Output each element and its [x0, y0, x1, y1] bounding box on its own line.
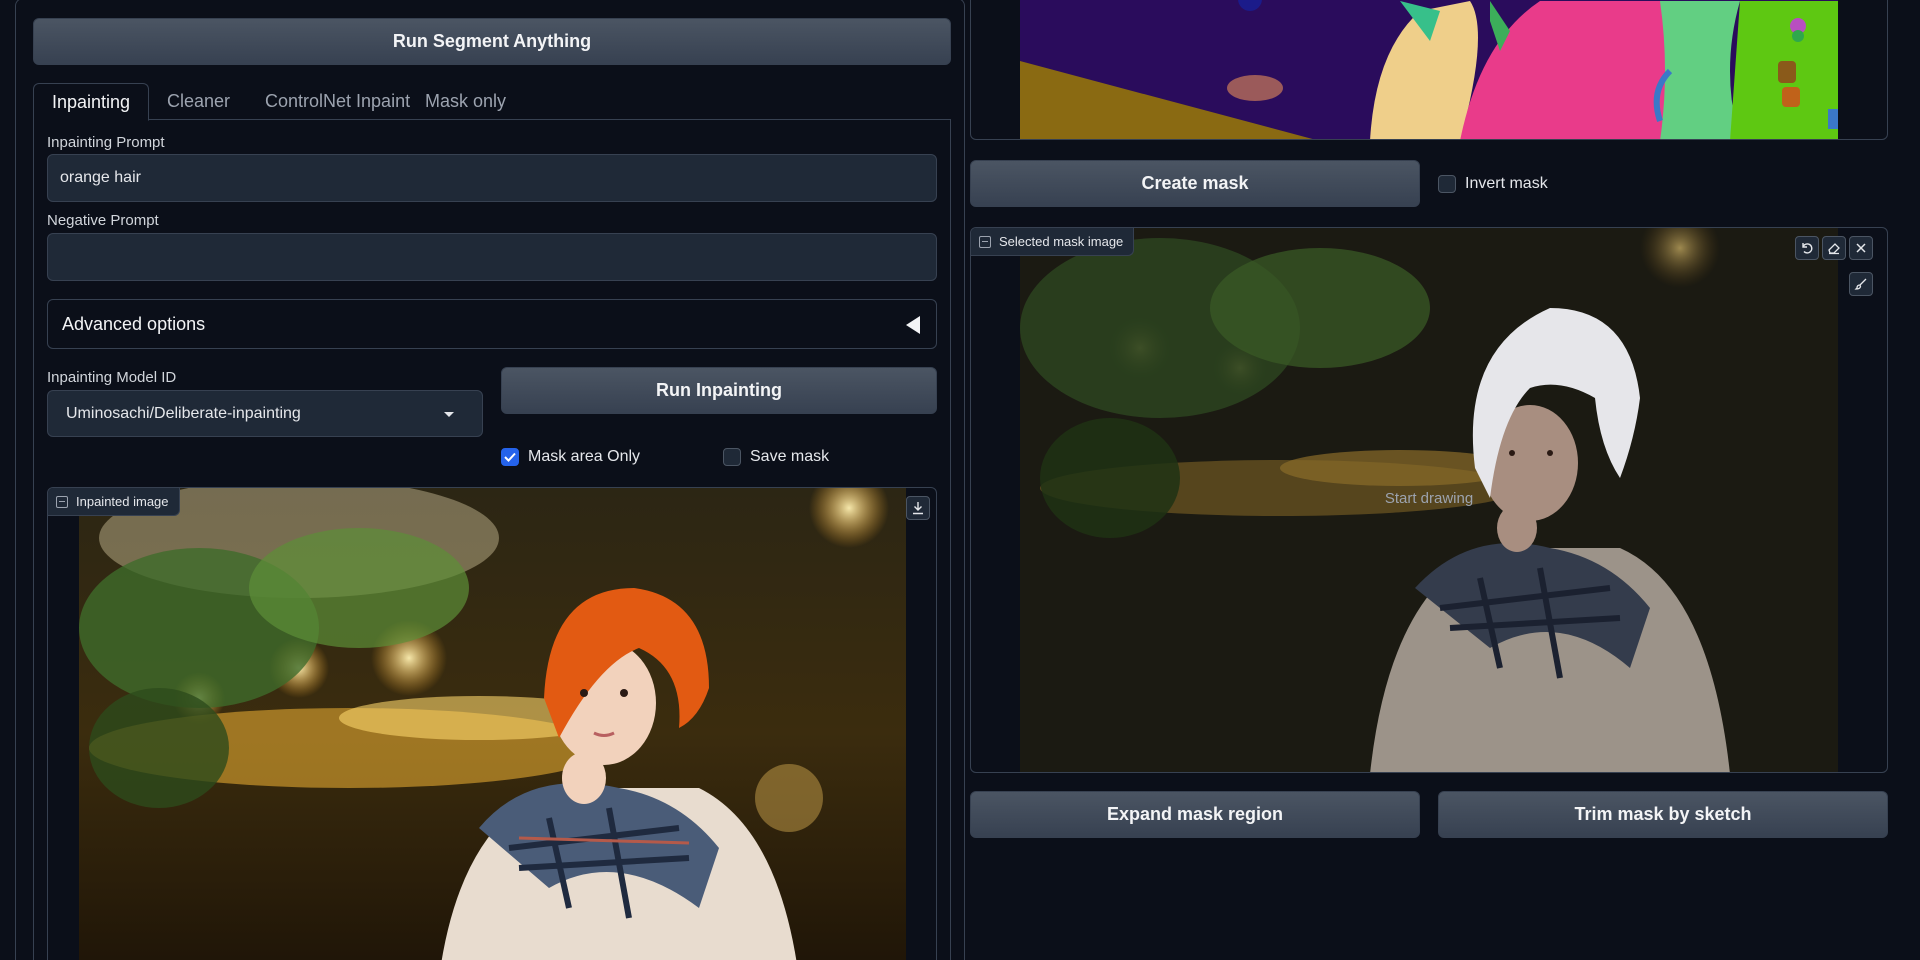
image-icon: [56, 495, 68, 508]
image-icon: [979, 235, 991, 248]
invert-mask-checkbox[interactable]: [1438, 175, 1456, 193]
tab-cleaner[interactable]: Cleaner: [149, 83, 248, 120]
chevron-down-icon: [444, 412, 454, 417]
start-drawing-placeholder: Start drawing: [1385, 490, 1473, 507]
brush-icon[interactable]: [1849, 272, 1873, 296]
inpainted-image-label: Inpainted image: [76, 494, 169, 509]
run-inpainting-button[interactable]: Run Inpainting: [501, 367, 937, 414]
model-id-value: Uminosachi/Deliberate-inpainting: [66, 404, 301, 422]
app-root: Run Segment Anything Inpainting Cleaner …: [0, 0, 1920, 960]
selected-mask-image-label: Selected mask image: [999, 234, 1124, 249]
right-panel: Create mask Invert mask Selected mask im…: [970, 0, 1920, 960]
download-icon[interactable]: [906, 496, 930, 520]
advanced-options-accordion[interactable]: Advanced options: [47, 299, 937, 349]
inpainting-prompt-label: Inpainting Prompt: [47, 134, 165, 151]
inpainted-image-panel: Inpainted image: [47, 487, 937, 960]
model-id-label: Inpainting Model ID: [47, 369, 177, 386]
save-mask-checkbox[interactable]: [723, 448, 741, 466]
negative-prompt-label: Negative Prompt: [47, 212, 159, 229]
tab-inpainting[interactable]: Inpainting: [33, 83, 150, 121]
selected-mask-image-panel: Selected mask image Start drawing: [970, 227, 1888, 773]
model-id-dropdown[interactable]: Uminosachi/Deliberate-inpainting: [47, 390, 483, 437]
selected-mask-image-tag: Selected mask image: [971, 228, 1135, 256]
mask-area-only-checkbox[interactable]: [501, 448, 519, 466]
eraser-icon[interactable]: [1822, 236, 1846, 260]
tab-mask-only[interactable]: Mask only: [407, 83, 524, 120]
create-mask-button[interactable]: Create mask: [970, 160, 1420, 207]
trim-mask-by-sketch-button[interactable]: Trim mask by sketch: [1438, 791, 1888, 838]
close-icon[interactable]: [1849, 236, 1873, 260]
tab-controlnet-inpaint[interactable]: ControlNet Inpaint: [247, 83, 428, 120]
segmentation-map: [1020, 0, 1838, 139]
inpainted-photo: [79, 488, 906, 960]
expand-mask-region-button[interactable]: Expand mask region: [970, 791, 1420, 838]
run-segment-anything-button[interactable]: Run Segment Anything: [33, 18, 951, 65]
left-panel: Run Segment Anything Inpainting Cleaner …: [0, 0, 965, 960]
invert-mask-label: Invert mask: [1465, 175, 1548, 192]
advanced-options-label: Advanced options: [62, 313, 206, 334]
segmentation-preview-panel: [970, 0, 1888, 140]
collapse-arrow-icon: [906, 316, 920, 334]
inpainted-image-tag: Inpainted image: [48, 488, 180, 516]
mask-canvas-image[interactable]: Start drawing: [1020, 228, 1838, 773]
mask-area-only-label: Mask area Only: [528, 448, 641, 465]
tab-bar: Inpainting Cleaner ControlNet Inpaint Ma…: [33, 83, 951, 121]
inpainting-prompt-input[interactable]: orange hair: [47, 154, 937, 202]
check-icon: [504, 452, 516, 462]
negative-prompt-input[interactable]: [47, 233, 937, 281]
save-mask-label: Save mask: [750, 448, 830, 465]
undo-icon[interactable]: [1795, 236, 1819, 260]
